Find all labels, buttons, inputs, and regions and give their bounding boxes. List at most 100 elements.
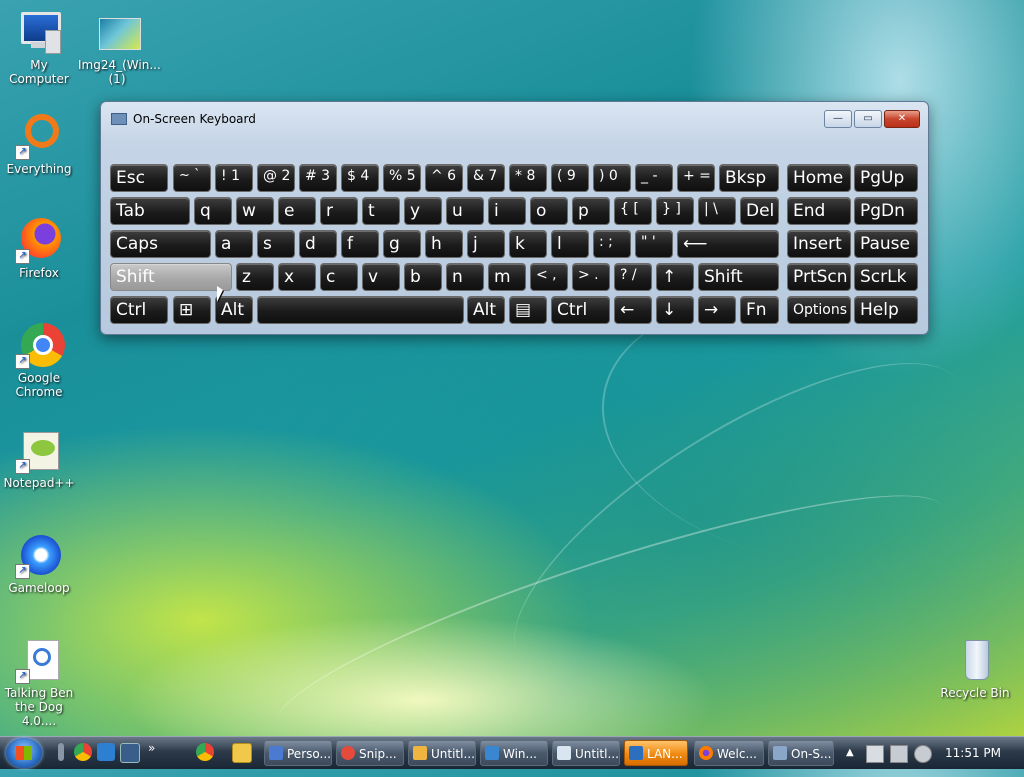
key-w[interactable]: w	[236, 197, 274, 225]
taskbar-item-snipping-tool[interactable]: Snip...	[336, 740, 404, 766]
key-i[interactable]: i	[488, 197, 526, 225]
key-help[interactable]: Help	[854, 296, 918, 324]
desktop-icon-gameloop[interactable]: ↗ Gameloop	[0, 531, 78, 595]
taskbar-item-paint[interactable]: Untitl...	[408, 740, 476, 766]
key-b[interactable]: b	[404, 263, 442, 291]
key-comma[interactable]: < ,	[530, 263, 568, 291]
key-period[interactable]: > .	[572, 263, 610, 291]
volume-muted-icon[interactable]	[914, 745, 932, 763]
key-e[interactable]: e	[278, 197, 316, 225]
key-7[interactable]: & 7	[467, 164, 505, 192]
key-menu[interactable]: ▤	[509, 296, 547, 324]
key-scrlk[interactable]: ScrLk	[854, 263, 918, 291]
key-h[interactable]: h	[425, 230, 463, 258]
key-space[interactable]	[257, 296, 464, 324]
taskbar-item-firefox[interactable]: Welc...	[694, 740, 764, 766]
key-equals[interactable]: + =	[677, 164, 715, 192]
key-9[interactable]: ( 9	[551, 164, 589, 192]
key-right-bracket[interactable]: } ]	[656, 197, 694, 225]
key-down-arrow[interactable]: ↓	[656, 296, 694, 324]
taskbar-item-window[interactable]: Win...	[480, 740, 548, 766]
key-pause[interactable]: Pause	[854, 230, 918, 258]
key-3[interactable]: # 3	[299, 164, 337, 192]
key-fn[interactable]: Fn	[740, 296, 779, 324]
window-title-bar[interactable]: On-Screen Keyboard	[111, 110, 256, 128]
key-left-arrow[interactable]: ←	[614, 296, 652, 324]
key-options[interactable]: Options	[787, 296, 851, 324]
desktop-icon-img24[interactable]: Img24_(Win... (1)	[78, 8, 161, 86]
key-d[interactable]: d	[299, 230, 337, 258]
key-left-bracket[interactable]: { [	[614, 197, 652, 225]
show-hidden-icons-icon[interactable]: ▲	[846, 747, 862, 763]
desktop-icon-firefox[interactable]: ↗ Firefox	[0, 216, 78, 280]
key-c[interactable]: c	[320, 263, 358, 291]
show-desktop-icon[interactable]	[97, 743, 115, 761]
key-k[interactable]: k	[509, 230, 547, 258]
folder-icon[interactable]	[232, 743, 252, 763]
clock[interactable]: 11:51 PM	[945, 737, 1001, 769]
key-5[interactable]: % 5	[383, 164, 421, 192]
key-home[interactable]: Home	[787, 164, 851, 192]
key-right-shift[interactable]: Shift	[698, 263, 779, 291]
taskbar-item-on-screen-keyboard[interactable]: On-S...	[768, 740, 834, 766]
key-o[interactable]: o	[530, 197, 568, 225]
key-up-arrow[interactable]: ↑	[656, 263, 694, 291]
taskbar-item-notepad[interactable]: Untitl...	[552, 740, 620, 766]
key-g[interactable]: g	[383, 230, 421, 258]
network-status-icon[interactable]	[866, 745, 884, 763]
key-4[interactable]: $ 4	[341, 164, 379, 192]
key-r[interactable]: r	[320, 197, 358, 225]
key-caps[interactable]: Caps	[110, 230, 211, 258]
desktop-icon-everything[interactable]: ↗ Everything	[0, 112, 78, 176]
key-tab[interactable]: Tab	[110, 197, 190, 225]
quick-launch-more-icon[interactable]: »	[148, 741, 166, 759]
taskbar-item-lan[interactable]: LAN...	[624, 740, 688, 766]
key-l[interactable]: l	[551, 230, 589, 258]
chrome-icon[interactable]	[74, 743, 92, 761]
desktop-icon-notepad-plus-plus[interactable]: ↗ Notepad++	[0, 426, 78, 490]
key-p[interactable]: p	[572, 197, 610, 225]
key-a[interactable]: a	[215, 230, 253, 258]
key-z[interactable]: z	[236, 263, 274, 291]
key-8[interactable]: * 8	[509, 164, 547, 192]
key-j[interactable]: j	[467, 230, 505, 258]
key-x[interactable]: x	[278, 263, 316, 291]
key-pgup[interactable]: PgUp	[854, 164, 918, 192]
key-backspace[interactable]: Bksp	[719, 164, 779, 192]
key-right-arrow[interactable]: →	[698, 296, 736, 324]
key-minus[interactable]: _ -	[635, 164, 673, 192]
key-semicolon[interactable]: : ;	[593, 230, 631, 258]
switch-windows-icon[interactable]	[120, 743, 140, 763]
key-6[interactable]: ^ 6	[425, 164, 463, 192]
key-1[interactable]: ! 1	[215, 164, 253, 192]
restore-button[interactable]: ▭	[854, 110, 882, 128]
network-icon[interactable]	[890, 745, 908, 763]
desktop-icon-recycle-bin[interactable]: Recycle Bin	[936, 636, 1014, 700]
taskbar-grip[interactable]	[58, 743, 64, 761]
taskbar-item-personalize[interactable]: Perso...	[264, 740, 332, 766]
key-backslash[interactable]: | \	[698, 197, 736, 225]
key-enter[interactable]: ⟵	[677, 230, 779, 258]
key-t[interactable]: t	[362, 197, 400, 225]
key-right-alt[interactable]: Alt	[467, 296, 505, 324]
key-del[interactable]: Del	[740, 197, 779, 225]
key-f[interactable]: f	[341, 230, 379, 258]
desktop-icon-my-computer[interactable]: My Computer	[0, 8, 78, 86]
key-windows[interactable]: ⊞	[173, 296, 211, 324]
key-m[interactable]: m	[488, 263, 526, 291]
key-quote[interactable]: " '	[635, 230, 673, 258]
chrome-icon[interactable]	[196, 743, 214, 761]
key-0[interactable]: ) 0	[593, 164, 631, 192]
key-2[interactable]: @ 2	[257, 164, 295, 192]
key-left-shift[interactable]: Shift	[110, 263, 232, 291]
desktop-icon-google-chrome[interactable]: ↗ Google Chrome	[0, 321, 78, 399]
key-left-ctrl[interactable]: Ctrl	[110, 296, 168, 324]
key-tilde[interactable]: ~ `	[173, 164, 211, 192]
key-pgdn[interactable]: PgDn	[854, 197, 918, 225]
start-button[interactable]	[6, 738, 42, 768]
key-right-ctrl[interactable]: Ctrl	[551, 296, 610, 324]
key-n[interactable]: n	[446, 263, 484, 291]
key-q[interactable]: q	[194, 197, 232, 225]
key-s[interactable]: s	[257, 230, 295, 258]
key-insert[interactable]: Insert	[787, 230, 851, 258]
